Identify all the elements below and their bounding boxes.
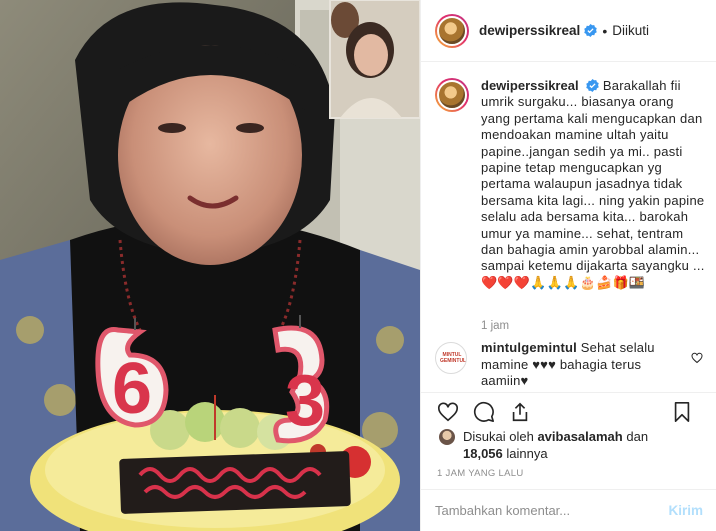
caption-body: dewiperssikreal Barakallah fii umrik sur… — [481, 78, 705, 340]
caption-username[interactable]: dewiperssikreal — [481, 78, 579, 93]
action-bar — [421, 392, 716, 430]
header-username[interactable]: dewiperssikreal — [479, 23, 580, 38]
follow-status-button[interactable]: Diikuti — [612, 23, 649, 38]
heart-icon — [438, 401, 458, 421]
caption-avatar[interactable] — [435, 78, 469, 112]
caption-time[interactable]: 1 jam — [481, 320, 509, 332]
header-separator: • — [602, 22, 608, 39]
likes-summary: Disukai oleh avibasalamah dan 18,056 lai… — [439, 428, 709, 462]
comment-item: MINTUL GEMINTUL mintulgemintul Sehat sel… — [435, 340, 711, 390]
comment-body: mintulgemintul Sehat selalu mamine ♥♥♥ b… — [481, 340, 687, 390]
comment-avatar[interactable]: MINTUL GEMINTUL — [435, 342, 467, 374]
likes-user[interactable]: avibasalamah — [537, 429, 622, 444]
like-button[interactable] — [435, 399, 461, 425]
post-header: dewiperssikreal • Diikuti — [421, 0, 716, 62]
liker-avatar[interactable] — [439, 429, 455, 445]
likes-count[interactable]: 18,056 — [463, 446, 503, 461]
caption-text: Barakallah fii umrik surgaku... biasanya… — [481, 78, 705, 290]
likes-prefix: Disukai oleh — [463, 429, 534, 444]
candle-left-number: 6 — [112, 349, 152, 429]
post-timestamp[interactable]: 1 JAM YANG LALU — [437, 468, 524, 479]
save-button[interactable] — [669, 399, 695, 425]
candle-right-number: 3 — [285, 361, 325, 441]
likes-suffix: lainnya — [506, 446, 548, 461]
comment-avatar-label: MINTUL GEMINTUL — [440, 352, 467, 364]
comment-username[interactable]: mintulgemintul — [481, 340, 577, 355]
photo-illustration: 6 3 — [0, 0, 420, 531]
caption: dewiperssikreal Barakallah fii umrik sur… — [421, 62, 716, 340]
avatar[interactable] — [435, 13, 469, 48]
share-icon — [512, 402, 528, 421]
verified-badge-icon — [586, 79, 599, 92]
bookmark-icon — [674, 402, 690, 422]
add-comment-bar: Kirim — [421, 489, 716, 531]
likes-middle: dan — [626, 429, 649, 444]
comment-icon — [473, 401, 494, 422]
comment-input[interactable] — [435, 503, 669, 518]
post-comment-button[interactable]: Kirim — [668, 503, 703, 518]
post-photo[interactable]: 6 3 — [0, 0, 420, 531]
comment-like-icon[interactable] — [691, 352, 703, 364]
post-panel: dewiperssikreal • Diikuti dewiperssikrea… — [420, 0, 716, 531]
comment-button[interactable] — [471, 399, 497, 425]
video-call-inset — [329, 0, 420, 119]
share-button[interactable] — [507, 399, 533, 425]
verified-badge-icon — [584, 24, 598, 37]
